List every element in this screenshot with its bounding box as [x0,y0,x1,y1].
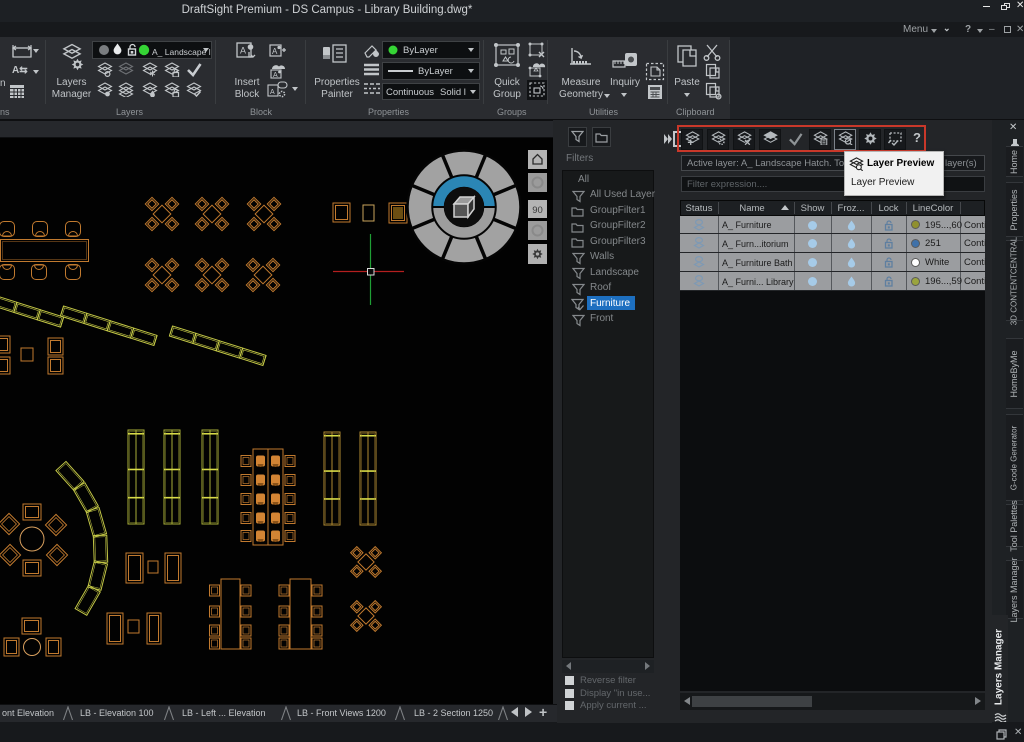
svg-text:A: A [273,72,278,79]
svg-text:A: A [240,46,246,56]
svg-text:A: A [272,47,278,56]
svg-text:A: A [270,89,275,96]
svg-text:90: 90 [532,205,543,216]
